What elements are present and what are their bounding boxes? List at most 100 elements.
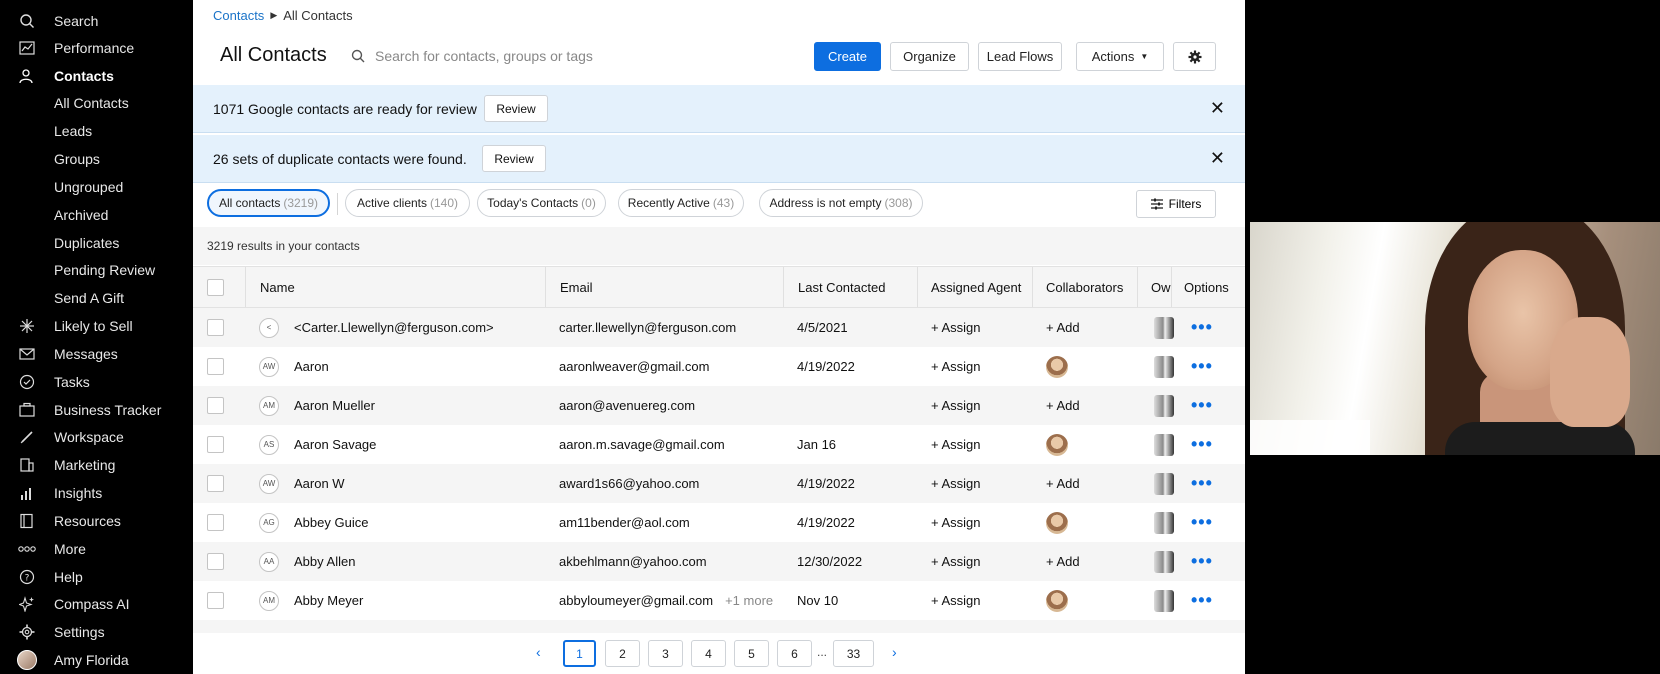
collaborator-avatar[interactable]: [1046, 503, 1068, 542]
table-row[interactable]: AS Aaron Savage aaron.m.savage@gmail.com Ja…: [193, 425, 1245, 464]
assign-agent-button[interactable]: + Assign: [931, 347, 981, 386]
sidebar-item-duplicates[interactable]: Duplicates: [0, 230, 193, 256]
collaborator-avatar[interactable]: [1046, 425, 1068, 464]
sidebar-item-workspace[interactable]: Workspace: [0, 424, 193, 450]
column-header-last-contacted[interactable]: Last Contacted: [783, 267, 917, 307]
row-checkbox[interactable]: [207, 503, 224, 542]
sidebar-item-all-contacts[interactable]: All Contacts: [0, 90, 193, 116]
table-row[interactable]: AM Aaron Mueller aaron@avenuereg.com + Assi…: [193, 386, 1245, 425]
select-all-checkbox[interactable]: [207, 267, 224, 307]
row-options-icon[interactable]: •••: [1191, 425, 1213, 464]
filters-button[interactable]: Filters: [1136, 190, 1216, 218]
sidebar-item-insights[interactable]: Insights: [0, 480, 193, 506]
contact-email[interactable]: aaronlweaver@gmail.com: [559, 347, 709, 386]
row-options-icon[interactable]: •••: [1191, 347, 1213, 386]
sidebar-item-likely-to-sell[interactable]: Likely to Sell: [0, 313, 193, 339]
row-options-icon[interactable]: •••: [1191, 503, 1213, 542]
breadcrumb-contacts-link[interactable]: Contacts: [213, 8, 264, 23]
sidebar-item-pending-review[interactable]: Pending Review: [0, 257, 193, 283]
row-options-icon[interactable]: •••: [1191, 464, 1213, 503]
row-checkbox[interactable]: [207, 347, 224, 386]
row-checkbox[interactable]: [207, 581, 224, 620]
page-5-button[interactable]: 5: [734, 640, 769, 667]
contact-name[interactable]: Aaron: [294, 347, 329, 386]
row-checkbox[interactable]: [207, 425, 224, 464]
add-collaborator-button[interactable]: + Add: [1046, 308, 1080, 347]
contact-email[interactable]: akbehlmann@yahoo.com: [559, 542, 707, 581]
table-row[interactable]: AG Abbey Guice am11bender@aol.com 4/19/2022…: [193, 503, 1245, 542]
sidebar-item-leads[interactable]: Leads: [0, 118, 193, 144]
collaborator-avatar[interactable]: [1046, 347, 1068, 386]
table-row[interactable]: AW Aaron aaronlweaver@gmail.com 4/19/2022 + …: [193, 347, 1245, 386]
close-icon[interactable]: ✕: [1210, 148, 1225, 169]
assign-agent-button[interactable]: + Assign: [931, 464, 981, 503]
column-header-collaborators[interactable]: Collaborators: [1032, 267, 1137, 307]
column-header-email[interactable]: Email: [545, 267, 783, 307]
page-3-button[interactable]: 3: [648, 640, 683, 667]
column-header-name[interactable]: Name: [245, 267, 545, 307]
sidebar-item-performance[interactable]: Performance: [0, 35, 193, 61]
contact-email[interactable]: award1s66@yahoo.com: [559, 464, 699, 503]
page-2-button[interactable]: 2: [605, 640, 640, 667]
row-checkbox[interactable]: [207, 542, 224, 581]
sidebar-item-archived[interactable]: Archived: [0, 202, 193, 228]
sidebar-item-compass-ai[interactable]: Compass AI: [0, 591, 193, 617]
page-4-button[interactable]: 4: [691, 640, 726, 667]
email-more-tag[interactable]: +1 more: [725, 593, 773, 608]
contact-name[interactable]: Aaron W: [294, 464, 345, 503]
chip-address-not-empty[interactable]: Address is not empty (308): [759, 189, 923, 217]
chip-recently-active[interactable]: Recently Active (43): [618, 189, 744, 217]
contact-name[interactable]: <Carter.Llewellyn@ferguson.com>: [294, 308, 494, 347]
sidebar-item-contacts[interactable]: Contacts: [0, 63, 193, 89]
contact-name[interactable]: Aaron Savage: [294, 425, 376, 464]
sidebar-item-more[interactable]: More: [0, 536, 193, 562]
sidebar-item-messages[interactable]: Messages: [0, 341, 193, 367]
row-checkbox[interactable]: [207, 308, 224, 347]
assign-agent-button[interactable]: + Assign: [931, 542, 981, 581]
sidebar-item-help[interactable]: ? Help: [0, 564, 193, 590]
row-checkbox[interactable]: [207, 464, 224, 503]
sidebar-item-send-a-gift[interactable]: Send A Gift: [0, 285, 193, 311]
search-input[interactable]: Search for contacts, groups or tags: [351, 43, 651, 69]
assign-agent-button[interactable]: + Assign: [931, 503, 981, 542]
page-6-button[interactable]: 6: [777, 640, 812, 667]
chip-todays-contacts[interactable]: Today's Contacts (0): [477, 189, 606, 217]
assign-agent-button[interactable]: + Assign: [931, 386, 981, 425]
assign-agent-button[interactable]: + Assign: [931, 425, 981, 464]
row-checkbox[interactable]: [207, 386, 224, 425]
contact-email[interactable]: aaron@avenuereg.com: [559, 386, 695, 425]
next-page-icon[interactable]: ›: [892, 644, 897, 660]
row-options-icon[interactable]: •••: [1191, 308, 1213, 347]
table-row[interactable]: AM Abby Meyer abbyloumeyer@gmail.com +1 mor…: [193, 581, 1245, 620]
contact-name[interactable]: Abbey Guice: [294, 503, 368, 542]
add-collaborator-button[interactable]: + Add: [1046, 542, 1080, 581]
sidebar-item-resources[interactable]: Resources: [0, 508, 193, 534]
sidebar-item-groups[interactable]: Groups: [0, 146, 193, 172]
contact-email[interactable]: carter.llewellyn@ferguson.com: [559, 308, 736, 347]
row-options-icon[interactable]: •••: [1191, 542, 1213, 581]
assign-agent-button[interactable]: + Assign: [931, 308, 981, 347]
review-google-button[interactable]: Review: [484, 95, 548, 122]
sidebar-item-ungrouped[interactable]: Ungrouped: [0, 174, 193, 200]
page-1-button[interactable]: 1: [563, 640, 596, 667]
contact-email[interactable]: am11bender@aol.com: [559, 503, 690, 542]
table-row[interactable]: < <Carter.Llewellyn@ferguson.com> carter.l…: [193, 308, 1245, 347]
collaborator-avatar[interactable]: [1046, 581, 1068, 620]
organize-button[interactable]: Organize: [890, 42, 969, 71]
table-row[interactable]: [193, 620, 1245, 633]
review-duplicates-button[interactable]: Review: [482, 145, 546, 172]
lead-flows-button[interactable]: Lead Flows: [978, 42, 1062, 71]
contact-email[interactable]: aaron.m.savage@gmail.com: [559, 425, 725, 464]
add-collaborator-button[interactable]: + Add: [1046, 464, 1080, 503]
sidebar-item-marketing[interactable]: Marketing: [0, 452, 193, 478]
column-header-owner[interactable]: Ow: [1137, 267, 1171, 307]
contact-name[interactable]: Abby Meyer: [294, 581, 363, 620]
sidebar-item-tasks[interactable]: Tasks: [0, 369, 193, 395]
contact-name[interactable]: Abby Allen: [294, 542, 355, 581]
table-row[interactable]: AA Abby Allen akbehlmann@yahoo.com 12/30/20…: [193, 542, 1245, 581]
sidebar-item-search[interactable]: Search: [0, 8, 193, 34]
row-options-icon[interactable]: •••: [1191, 386, 1213, 425]
chip-active-clients[interactable]: Active clients (140): [345, 189, 470, 217]
close-icon[interactable]: ✕: [1210, 98, 1225, 119]
create-button[interactable]: Create: [814, 42, 881, 71]
